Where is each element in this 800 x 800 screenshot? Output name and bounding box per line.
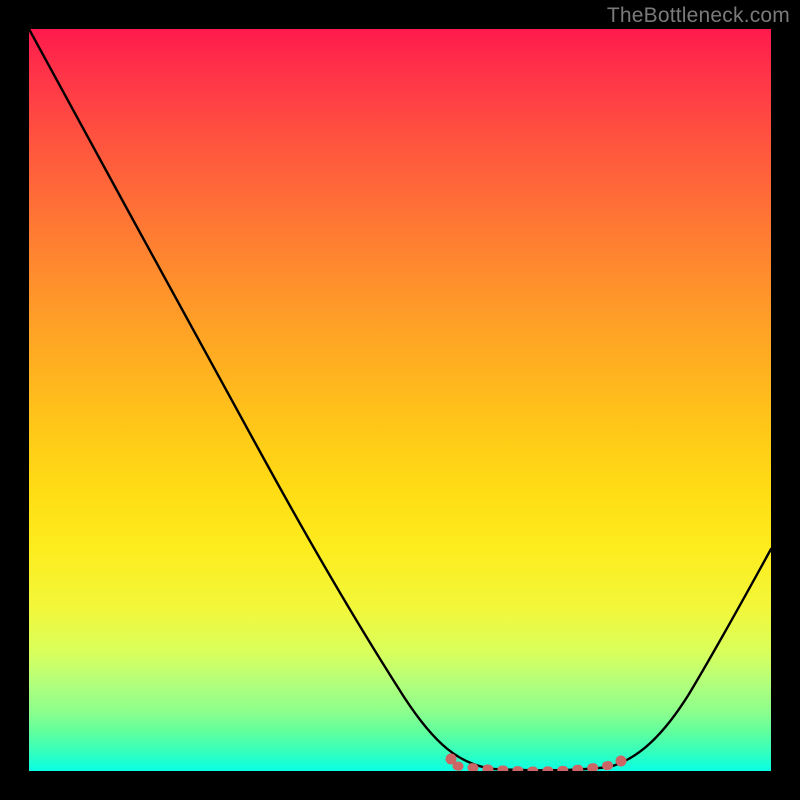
plot-area: [29, 29, 771, 771]
watermark: TheBottleneck.com: [607, 4, 790, 28]
bottleneck-curve: [29, 29, 771, 770]
chart-canvas: { "watermark": "TheBottleneck.com", "cha…: [0, 0, 800, 800]
curve-layer: [29, 29, 771, 771]
